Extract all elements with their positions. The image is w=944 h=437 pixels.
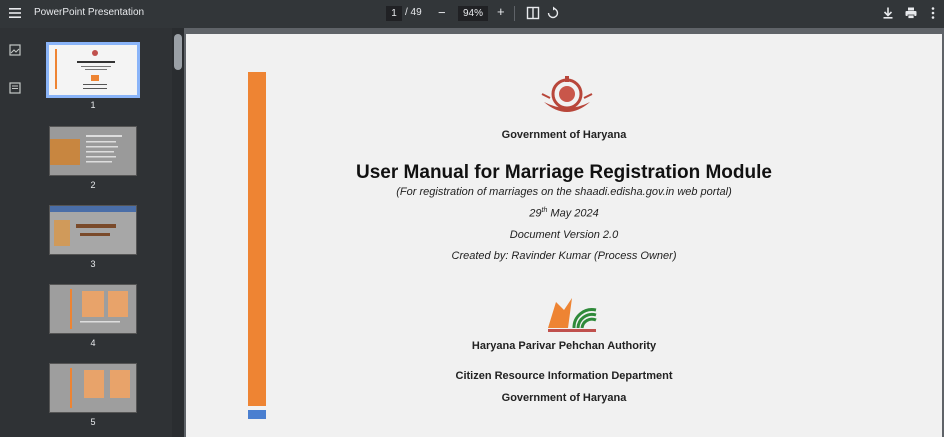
thumbnail-page-2[interactable] (49, 126, 137, 176)
document-title: PowerPoint Presentation (34, 7, 145, 18)
fit-page-icon[interactable] (526, 6, 540, 20)
rotate-icon[interactable] (546, 6, 560, 20)
page-total: / 49 (405, 7, 422, 18)
date-month-year: May 2024 (547, 207, 599, 220)
government-footer: Government of Haryana (501, 392, 627, 404)
document-date: 29th May 2024 (186, 207, 942, 220)
thumbnail-preview (49, 45, 137, 95)
thumbnail-label: 1 (90, 100, 96, 110)
more-options-icon[interactable] (926, 6, 940, 20)
thumbnail-page-1[interactable] (46, 42, 140, 98)
haryana-emblem-icon (541, 76, 593, 112)
thumbnail-label: 2 (90, 180, 96, 190)
print-icon[interactable] (904, 6, 918, 20)
date-day: 29 (529, 207, 542, 220)
thumbnail-preview (50, 127, 136, 175)
thumbnail-page-4[interactable] (49, 284, 137, 334)
thumbnail-label: 3 (90, 259, 96, 269)
zoom-level-input[interactable]: 94% (458, 6, 488, 21)
thumbnail-page-3[interactable] (49, 205, 137, 255)
thumbnail-preview (50, 285, 136, 333)
document-author: Created by: Ravinder Kumar (Process Owne… (451, 250, 677, 262)
toolbar-divider (514, 6, 515, 21)
download-icon[interactable] (881, 6, 895, 20)
zoom-out-button[interactable]: − (438, 5, 446, 20)
zoom-in-button[interactable]: + (497, 4, 505, 19)
menu-icon[interactable] (8, 6, 22, 20)
slide-subtitle: (For registration of marriages on the sh… (396, 186, 732, 198)
thumbnail-label: 4 (90, 338, 96, 348)
slide-page: Government of Haryana User Manual for Ma… (186, 34, 942, 437)
thumbnail-preview (50, 364, 136, 412)
thumbnail-label: 5 (90, 417, 96, 427)
thumbnail-sidebar: 1 2 3 4 5 (0, 28, 172, 437)
thumbnail-view-icon[interactable] (9, 44, 21, 56)
government-heading: Government of Haryana (501, 129, 627, 141)
blue-accent-bar (248, 410, 266, 419)
department-name: Citizen Resource Information Department (455, 370, 673, 382)
pdf-toolbar: PowerPoint Presentation 1 / 49 − 94% + (0, 0, 944, 28)
outline-view-icon[interactable] (9, 82, 21, 94)
authority-name: Haryana Parivar Pehchan Authority (471, 340, 657, 352)
slide-title: User Manual for Marriage Registration Mo… (356, 162, 772, 183)
sidebar-scrollbar[interactable] (172, 28, 184, 437)
page-number-input[interactable]: 1 (386, 6, 402, 21)
document-version: Document Version 2.0 (509, 229, 619, 241)
sidebar-scroll-thumb[interactable] (174, 34, 182, 70)
parivar-pehchan-logo-icon (548, 298, 597, 332)
thumbnail-preview (50, 206, 136, 254)
thumbnail-page-5[interactable] (49, 363, 137, 413)
